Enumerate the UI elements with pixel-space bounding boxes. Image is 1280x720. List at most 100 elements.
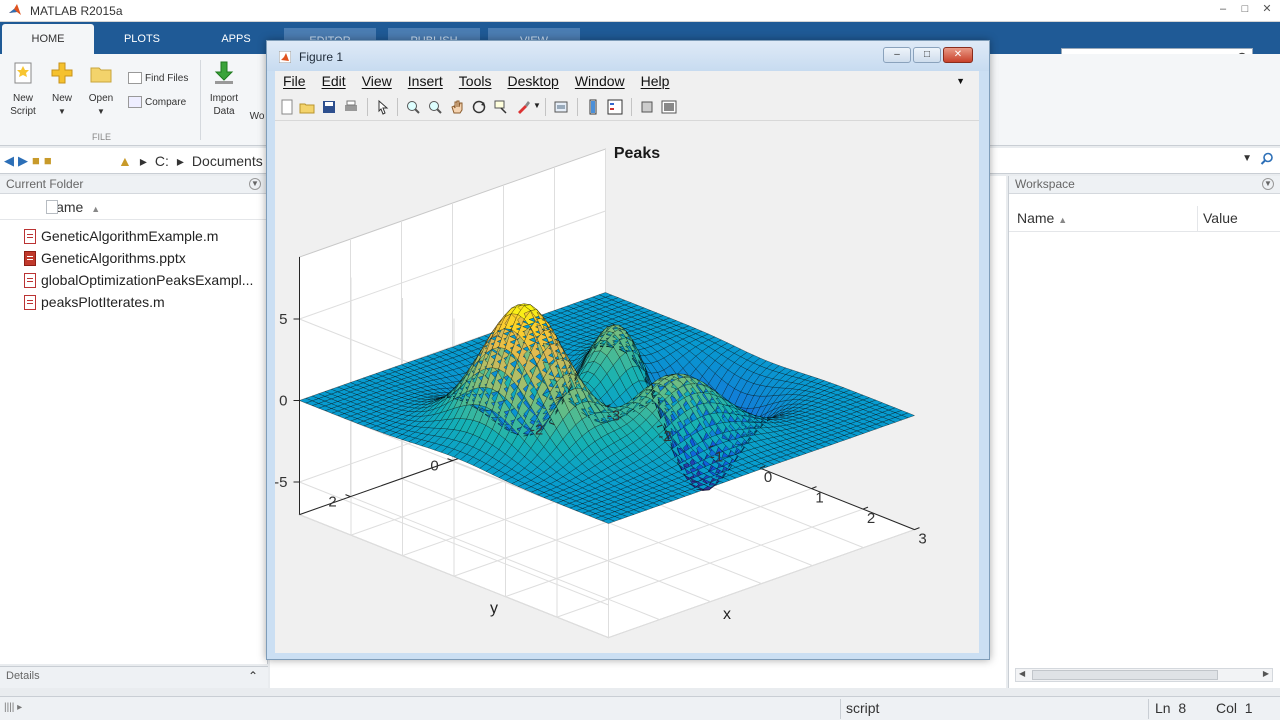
menu-tools[interactable]: Tools bbox=[451, 71, 500, 93]
name-column-header[interactable]: Name ▲ bbox=[0, 194, 267, 220]
workspace-name-column[interactable]: Name ▲ bbox=[1017, 210, 1067, 226]
data-cursor-icon[interactable] bbox=[493, 99, 509, 115]
new-figure-icon[interactable] bbox=[279, 99, 295, 115]
breadcrumb-folder[interactable]: Documents bbox=[192, 153, 263, 170]
x-tick-label: 2 bbox=[867, 510, 875, 527]
show-plot-tools-icon[interactable] bbox=[661, 99, 677, 115]
compare-button[interactable]: Compare bbox=[128, 96, 186, 108]
menu-window[interactable]: Window bbox=[567, 71, 633, 93]
insert-colorbar-icon[interactable] bbox=[585, 99, 601, 115]
menu-edit[interactable]: Edit bbox=[314, 71, 354, 93]
column-divider[interactable] bbox=[1197, 206, 1198, 232]
new-plus-icon bbox=[51, 62, 73, 84]
open-file-icon[interactable] bbox=[299, 99, 315, 115]
tab-plots[interactable]: PLOTS bbox=[96, 24, 188, 54]
menu-desktop[interactable]: Desktop bbox=[499, 71, 566, 93]
menu-insert[interactable]: Insert bbox=[400, 71, 451, 93]
y-tick-label: 2 bbox=[328, 494, 336, 511]
brush-dropdown-icon[interactable]: ▼ bbox=[533, 101, 541, 110]
details-bar[interactable]: Details ⌃ bbox=[0, 666, 268, 688]
figure-canvas[interactable]: Peaks -5 0 5 -3 -2 -1 0 1 2 3 -2 0 2 x y bbox=[275, 121, 979, 653]
menu-file[interactable]: File bbox=[275, 71, 314, 93]
new-script-button[interactable]: New Script bbox=[6, 60, 40, 118]
print-figure-icon[interactable] bbox=[343, 99, 359, 115]
new-dropdown-icon: ▼ bbox=[58, 107, 66, 116]
scroll-left-icon[interactable]: ◀ bbox=[1019, 669, 1025, 678]
m-file-icon bbox=[24, 295, 36, 310]
zoom-in-icon[interactable] bbox=[405, 99, 421, 115]
panel-menu-icon[interactable]: ▼ bbox=[249, 178, 261, 190]
browse-folder-icon[interactable]: ■ bbox=[44, 153, 52, 169]
zoom-out-icon[interactable] bbox=[427, 99, 443, 115]
current-folder-panel: Current Folder ▼ Name ▲ GeneticAlgorithm… bbox=[0, 176, 268, 664]
save-figure-icon[interactable] bbox=[321, 99, 337, 115]
maximize-icon[interactable]: □ bbox=[1238, 2, 1252, 16]
pan-icon[interactable] bbox=[449, 99, 465, 115]
peaks-surface-plot[interactable]: Peaks -5 0 5 -3 -2 -1 0 1 2 3 -2 0 2 x y bbox=[275, 121, 979, 653]
open-button[interactable]: Open ▼ bbox=[86, 60, 116, 118]
workspace-horizontal-scrollbar[interactable]: ◀ ▶ bbox=[1015, 668, 1273, 682]
list-item[interactable]: peaksPlotIterates.m bbox=[0, 292, 267, 314]
expand-details-icon[interactable]: ⌃ bbox=[248, 669, 258, 683]
find-files-button[interactable]: Find Files bbox=[128, 72, 188, 84]
back-icon[interactable]: ◀ bbox=[4, 153, 14, 169]
folder-search-icon[interactable] bbox=[1260, 152, 1274, 166]
x-tick-label: -1 bbox=[710, 449, 723, 466]
brush-icon[interactable] bbox=[515, 99, 531, 115]
list-item[interactable]: GeneticAlgorithmExample.m bbox=[0, 226, 267, 248]
matlab-logo-icon bbox=[9, 4, 21, 15]
window-controls: – □ ✕ bbox=[1216, 2, 1274, 16]
y-tick-label: -2 bbox=[530, 422, 543, 439]
figure-titlebar[interactable]: Figure 1 – □ ✕ bbox=[267, 41, 989, 71]
panel-menu-icon[interactable]: ▼ bbox=[1262, 178, 1274, 190]
figure-maximize-icon[interactable]: □ bbox=[913, 47, 941, 63]
file-name: GeneticAlgorithms.pptx bbox=[41, 250, 186, 266]
figure-close-icon[interactable]: ✕ bbox=[943, 47, 973, 63]
workspace-name-label: Name bbox=[1017, 210, 1055, 226]
figure-window-controls: – □ ✕ bbox=[883, 47, 973, 63]
figure-title: Figure 1 bbox=[299, 50, 344, 64]
import-data-button[interactable]: Import Data bbox=[206, 60, 242, 118]
rotate-3d-icon[interactable] bbox=[471, 99, 487, 115]
m-file-icon bbox=[24, 273, 36, 288]
import-data-icon bbox=[214, 61, 234, 84]
status-bar: |||| ▸ script Ln 8 Col 1 bbox=[0, 696, 1280, 720]
close-icon[interactable]: ✕ bbox=[1260, 2, 1274, 16]
workspace-value-column[interactable]: Value bbox=[1203, 210, 1238, 226]
forward-icon[interactable]: ▶ bbox=[18, 153, 28, 169]
link-plot-icon[interactable] bbox=[553, 99, 569, 115]
new-button[interactable]: New ▼ bbox=[48, 60, 76, 118]
list-item[interactable]: GeneticAlgorithms.pptx bbox=[0, 248, 267, 270]
menu-help[interactable]: Help bbox=[633, 71, 678, 93]
file-name: globalOptimizationPeaksExampl... bbox=[41, 272, 254, 288]
z-tick-label: 0 bbox=[279, 393, 287, 410]
file-name: peaksPlotIterates.m bbox=[41, 294, 165, 310]
scroll-right-icon[interactable]: ▶ bbox=[1263, 669, 1269, 678]
address-dropdown-icon[interactable]: ▼ bbox=[1242, 153, 1252, 164]
compare-icon bbox=[128, 96, 142, 108]
breadcrumb-root-icon[interactable]: ▲ bbox=[118, 153, 132, 170]
list-item[interactable]: globalOptimizationPeaksExampl... bbox=[0, 270, 267, 292]
tab-home[interactable]: HOME bbox=[2, 24, 94, 54]
new-script-icon bbox=[14, 62, 32, 84]
figure-minimize-icon[interactable]: – bbox=[883, 47, 911, 63]
insert-legend-icon[interactable] bbox=[607, 99, 623, 115]
workspace-ribbon-partial[interactable]: Wo bbox=[248, 110, 266, 123]
hide-plot-tools-icon[interactable] bbox=[639, 99, 655, 115]
minimize-icon[interactable]: – bbox=[1216, 2, 1230, 16]
workspace-title: Workspace bbox=[1015, 177, 1075, 191]
import-data-label: Import Data bbox=[209, 93, 239, 117]
breadcrumb-drive[interactable]: C: bbox=[155, 153, 169, 170]
status-line: Ln 8 bbox=[1155, 700, 1186, 716]
status-column: Col 1 bbox=[1216, 700, 1253, 716]
edit-plot-icon[interactable] bbox=[375, 99, 391, 115]
menu-overflow-icon[interactable]: ▼ bbox=[948, 74, 973, 86]
navigation-buttons: ◀ ▶ ■ ■ bbox=[4, 153, 52, 169]
current-folder-header: Current Folder ▼ bbox=[0, 176, 267, 194]
breadcrumb: ▲ ▸ C: ▸ Documents ▸ bbox=[118, 153, 278, 170]
matlab-figure-icon bbox=[279, 51, 291, 63]
up-folder-icon[interactable]: ■ bbox=[32, 153, 40, 169]
scrollbar-thumb[interactable] bbox=[1032, 670, 1218, 680]
figure-toolbar: ▼ bbox=[275, 93, 979, 121]
menu-view[interactable]: View bbox=[354, 71, 400, 93]
